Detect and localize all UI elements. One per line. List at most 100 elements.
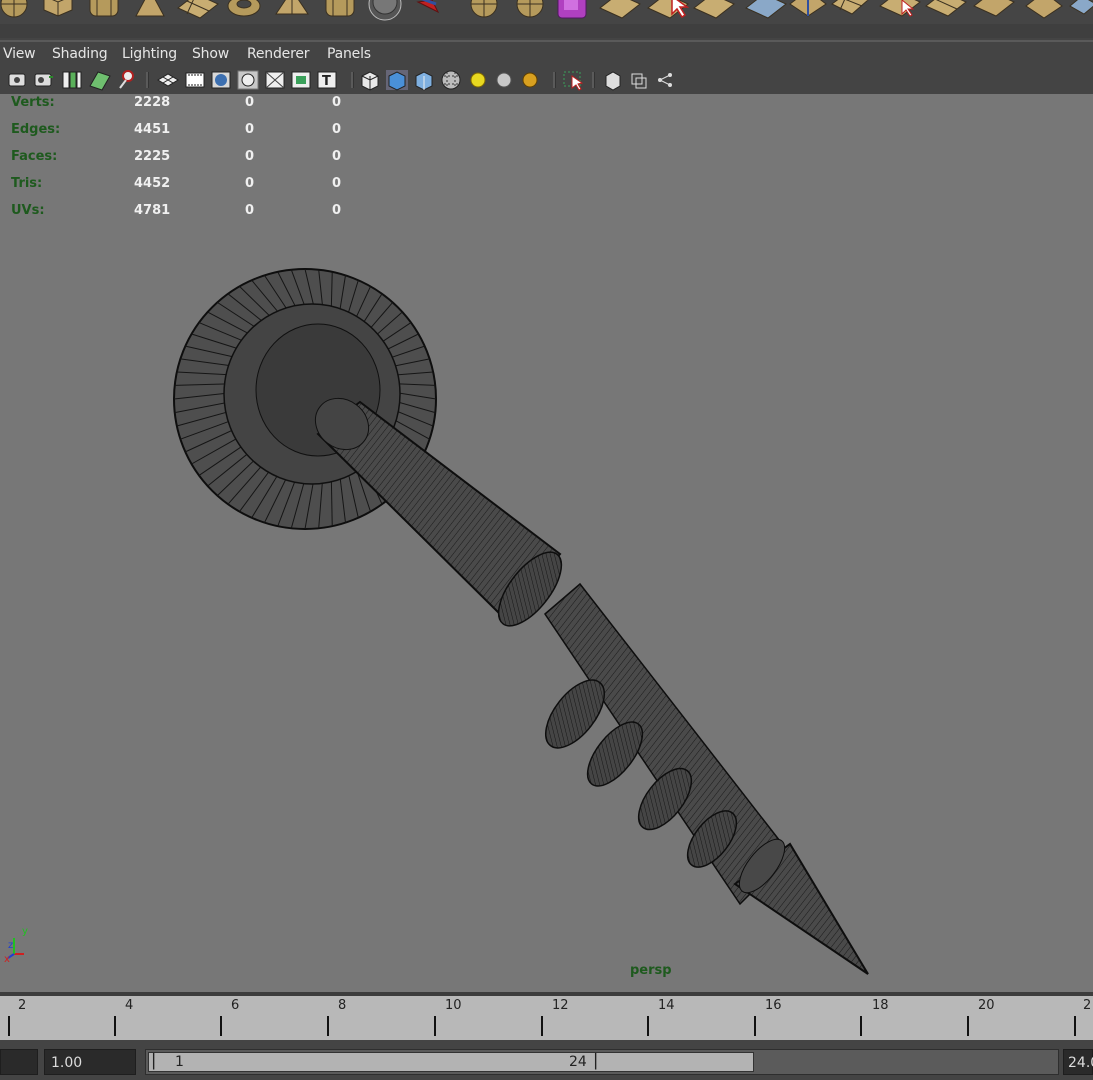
- cube-icon[interactable]: [745, 0, 787, 19]
- camera-tools-icon[interactable]: [119, 70, 134, 89]
- shade-wireframe-icon[interactable]: [361, 71, 379, 91]
- menu-panels[interactable]: Panels: [327, 46, 371, 62]
- pyramid-icon[interactable]: [275, 0, 309, 15]
- field-chart-icon[interactable]: [237, 70, 259, 90]
- range-min-label: 1: [175, 1054, 184, 1070]
- cube-icon[interactable]: [1025, 0, 1063, 19]
- toolbar-separator: [351, 72, 354, 88]
- crystal-icon[interactable]: [557, 0, 587, 19]
- toolbar-separator: [592, 72, 595, 88]
- xray-joints-icon[interactable]: [563, 71, 584, 91]
- axis-y-label: y: [22, 926, 28, 937]
- tick-label: 2: [1083, 998, 1092, 1013]
- hypergraph-icon[interactable]: [605, 71, 672, 91]
- timeline-tick: [541, 1016, 543, 1036]
- tick-label: 12: [552, 998, 569, 1013]
- menu-renderer[interactable]: Renderer: [247, 46, 310, 62]
- range-slider-handle[interactable]: ▏ 1 24 ▏: [148, 1052, 754, 1072]
- arrow-icon[interactable]: [416, 0, 440, 14]
- select-icon[interactable]: [647, 0, 690, 19]
- shelf-icons: [0, 0, 1093, 21]
- tick-label: 8: [338, 998, 347, 1013]
- cone-icon[interactable]: [135, 0, 165, 17]
- shelf-divider: [0, 24, 1093, 38]
- playback-end-field[interactable]: 24.0: [1063, 1049, 1093, 1075]
- xray-icon[interactable]: [522, 72, 538, 88]
- plane-icon[interactable]: [599, 0, 641, 19]
- lights-icon[interactable]: [415, 71, 433, 91]
- range-slider-bar: 1.00 ▏ 1 24 ▏ 24.0: [0, 1040, 1093, 1080]
- axis-gizmo: y z x: [4, 926, 28, 964]
- range-slider-track[interactable]: ▏ 1 24 ▏: [145, 1049, 1059, 1075]
- timeline-tick: [327, 1016, 329, 1036]
- shadows-icon[interactable]: [441, 70, 461, 90]
- texture-icon[interactable]: [386, 70, 408, 91]
- plane-icon[interactable]: [177, 0, 219, 19]
- wireframe-icon[interactable]: [291, 71, 311, 89]
- menu-view[interactable]: View: [3, 46, 36, 62]
- safe-action-icon[interactable]: [265, 71, 285, 89]
- svg-text:T: T: [322, 74, 331, 89]
- axis-x-label: x: [4, 954, 10, 964]
- cube-icon[interactable]: [43, 0, 73, 17]
- axis-z-label: z: [8, 940, 13, 951]
- grid-icon[interactable]: [157, 73, 179, 87]
- timeline-tick: [647, 1016, 649, 1036]
- plane-icon[interactable]: [973, 0, 1015, 17]
- panel-toolbar-icons: T: [8, 70, 672, 91]
- toolbar-separator: [553, 72, 556, 88]
- tick-label: 18: [872, 998, 889, 1013]
- timeline-tick: [967, 1016, 969, 1036]
- tick-label: 6: [231, 998, 240, 1013]
- timeline-tick: [860, 1016, 862, 1036]
- timeline-tick: [114, 1016, 116, 1036]
- menu-shading[interactable]: Shading: [52, 46, 108, 62]
- bookmark-icon[interactable]: [62, 71, 82, 89]
- range-max-label: 24: [569, 1054, 587, 1070]
- timeline-tick: [8, 1016, 10, 1036]
- toolbar-separator: [146, 72, 149, 88]
- image-plane-icon[interactable]: [89, 71, 111, 91]
- torus-icon[interactable]: [227, 0, 261, 17]
- timeline-tick: [1074, 1016, 1076, 1036]
- shelf: [0, 0, 1093, 24]
- material-icon[interactable]: [470, 72, 486, 88]
- cube-icon[interactable]: [831, 0, 869, 15]
- time-slider[interactable]: 2 4 6 8 10 12 14 16 18 20 2: [0, 992, 1093, 1040]
- pipe-icon[interactable]: [325, 0, 355, 17]
- menu-lighting[interactable]: Lighting: [122, 46, 177, 62]
- tick-label: 4: [125, 998, 134, 1013]
- range-max-marker: ▏: [595, 1054, 606, 1070]
- isolate-select-icon[interactable]: [496, 72, 512, 88]
- menu-show[interactable]: Show: [192, 46, 229, 62]
- playback-start-field[interactable]: 1.00: [44, 1049, 136, 1075]
- sphere-icon[interactable]: [470, 0, 498, 18]
- sphere-icon[interactable]: [0, 0, 28, 18]
- resolution-gate-icon[interactable]: [211, 71, 231, 89]
- plane-icon[interactable]: [789, 0, 827, 17]
- tick-label: 16: [765, 998, 782, 1013]
- tick-label: 10: [445, 998, 462, 1013]
- sphere-icon[interactable]: [516, 0, 544, 18]
- perspective-viewport[interactable]: Verts: 2228 0 0 Edges: 4451 0 0 Faces: 2…: [0, 94, 1093, 992]
- plane-icon[interactable]: [693, 0, 735, 19]
- panel-menu-bar: View Shading Lighting Show Renderer Pane…: [0, 42, 1093, 66]
- time-slider-border: [0, 992, 1093, 996]
- tick-label: 2: [18, 998, 27, 1013]
- camera-attr-icon[interactable]: [34, 73, 53, 87]
- film-gate-icon[interactable]: [185, 72, 205, 88]
- cylinder-icon[interactable]: [89, 0, 119, 17]
- timeline-tick: [220, 1016, 222, 1036]
- camera-icon[interactable]: [8, 73, 26, 87]
- plane-icon[interactable]: [1069, 0, 1093, 15]
- soccer-ball-icon[interactable]: [368, 0, 402, 21]
- timeline-tick: [754, 1016, 756, 1036]
- panel-toolbar: T: [0, 66, 1093, 94]
- screw-mesh[interactable]: [0, 94, 1093, 992]
- animation-start-field[interactable]: [0, 1049, 38, 1075]
- tick-label: 14: [658, 998, 675, 1013]
- plane-icon[interactable]: [925, 0, 967, 17]
- smooth-shade-icon[interactable]: T: [317, 71, 337, 89]
- plane-icon[interactable]: [879, 0, 921, 17]
- camera-label: persp: [630, 963, 672, 978]
